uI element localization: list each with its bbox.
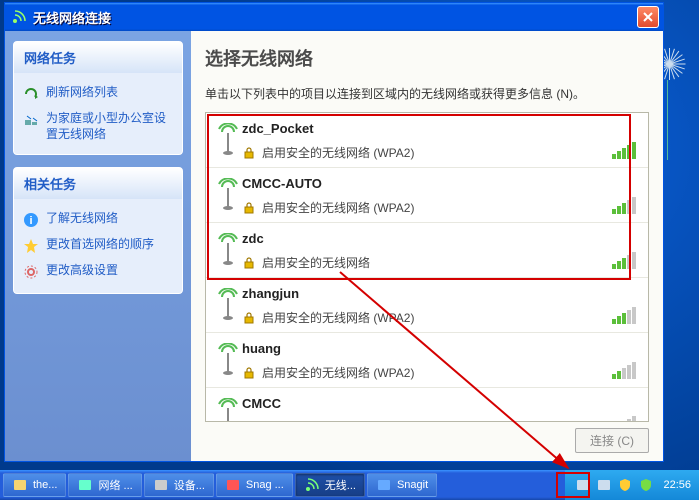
page-subtitle: 单击以下列表中的项目以连接到区域内的无线网络或获得更多信息 (N)。 (205, 85, 649, 102)
taskbar-button[interactable]: 网络 ... (68, 473, 141, 497)
taskbar-button[interactable]: Snag ... (216, 473, 293, 497)
sidebar-link-label: 更改首选网络的顺序 (46, 237, 154, 253)
network-item[interactable]: zdc_Pocket 启用安全的无线网络 (WPA2) (206, 113, 648, 168)
signal-strength-icon (612, 416, 636, 422)
titlebar[interactable]: 无线网络连接 (5, 3, 663, 31)
network-security-row: 启用安全的无线网络 (WPA2) (242, 364, 638, 381)
network-item[interactable]: huang 启用安全的无线网络 (WPA2) (206, 333, 648, 388)
lock-icon (242, 311, 256, 325)
network-item[interactable]: zdc 启用安全的无线网络 (206, 223, 648, 278)
sidebar-group-tasks: 网络任务 刷新网络列表 为家庭或小型办公室设置无线网络 (13, 41, 183, 155)
network-ssid: zdc (242, 231, 638, 246)
system-tray: 22:56 (565, 470, 699, 500)
antenna-icon (214, 343, 242, 377)
lock-icon (242, 366, 256, 380)
shield-green-icon[interactable] (638, 477, 654, 493)
window-title: 无线网络连接 (33, 8, 637, 27)
network-security-row: 启用安全的无线网络 (WPA2) (242, 144, 638, 161)
sidebar-link-label: 刷新网络列表 (46, 85, 118, 101)
antenna-icon (214, 178, 242, 212)
taskbar-button[interactable]: 设备... (144, 473, 214, 497)
lock-icon (242, 201, 256, 215)
security-label: 启用安全的无线网络 (WPA2) (262, 309, 414, 326)
refresh-icon (22, 85, 40, 103)
taskbar-button-label: Snag ... (246, 479, 284, 491)
snagit-icon (376, 477, 392, 493)
antenna-icon (214, 123, 242, 157)
network-ssid: zhangjun (242, 286, 638, 301)
net-icon[interactable] (596, 477, 612, 493)
security-label: 启用安全的无线网络 (WPA2) (262, 364, 414, 381)
sidebar: 网络任务 刷新网络列表 为家庭或小型办公室设置无线网络 (5, 31, 191, 461)
wireless-icon (304, 477, 320, 493)
device-icon (153, 477, 169, 493)
gear-icon (22, 263, 40, 281)
sidebar-group-header: 相关任务 (14, 168, 182, 199)
network-security-row: 启用安全的无线网络 (WPA2) (242, 199, 638, 216)
network-item[interactable]: zhangjun 启用安全的无线网络 (WPA2) (206, 278, 648, 333)
taskbar-button-label: the... (33, 479, 57, 491)
signal-strength-icon (612, 307, 636, 324)
wireless-icon (11, 9, 27, 25)
sidebar-group-header: 网络任务 (14, 42, 182, 73)
security-label: 启用安全的无线网络 (262, 254, 370, 271)
taskbar-button-label: 设备... (174, 477, 205, 493)
star-icon (22, 237, 40, 255)
close-button[interactable] (637, 6, 659, 28)
sidebar-link-preferred-order[interactable]: 更改首选网络的顺序 (20, 233, 176, 259)
network-item[interactable]: CMCC-AUTO 启用安全的无线网络 (WPA2) (206, 168, 648, 223)
antenna-icon (214, 398, 242, 422)
taskbar-button-label: 网络 ... (98, 477, 132, 493)
sidebar-group-related: 相关任务 i 了解无线网络 更改首选网络的顺序 (13, 167, 183, 294)
network-ssid: CMCC (242, 396, 638, 411)
sidebar-link-setup-home[interactable]: 为家庭或小型办公室设置无线网络 (20, 107, 176, 146)
connect-button[interactable]: 连接 (C) (575, 428, 649, 453)
sidebar-link-label: 为家庭或小型办公室设置无线网络 (46, 111, 174, 142)
clock: 22:56 (663, 479, 691, 491)
signal-strength-icon (612, 142, 636, 159)
lock-icon (242, 146, 256, 160)
antenna-icon (214, 288, 242, 322)
monitor-icon[interactable] (575, 477, 591, 493)
netplaces-icon (77, 477, 93, 493)
antenna-icon (214, 233, 242, 267)
folder-icon (12, 477, 28, 493)
sidebar-link-label: 更改高级设置 (46, 263, 118, 279)
lock-icon (242, 256, 256, 270)
shield-yellow-icon[interactable] (617, 477, 633, 493)
sidebar-link-refresh[interactable]: 刷新网络列表 (20, 81, 176, 107)
network-ssid: huang (242, 341, 638, 356)
signal-strength-icon (612, 362, 636, 379)
sidebar-link-label: 了解无线网络 (46, 211, 118, 227)
info-icon: i (22, 211, 40, 229)
home-net-icon (22, 111, 40, 129)
network-security-row: 启用安全的无线网络 (242, 254, 638, 271)
network-ssid: zdc_Pocket (242, 121, 638, 136)
security-label: 启用安全的无线网络 (WPA2) (262, 144, 414, 161)
network-ssid: CMCC-AUTO (242, 176, 638, 191)
signal-strength-icon (612, 197, 636, 214)
main-panel: 选择无线网络 单击以下列表中的项目以连接到区域内的无线网络或获得更多信息 (N)… (191, 31, 663, 461)
svg-text:i: i (29, 215, 32, 227)
snagit-rec-icon (225, 477, 241, 493)
network-list[interactable]: zdc_Pocket 启用安全的无线网络 (WPA2) CMCC-AUTO 启用安全的… (205, 112, 649, 422)
signal-strength-icon (612, 252, 636, 269)
sidebar-link-learn[interactable]: i 了解无线网络 (20, 207, 176, 233)
taskbar-button-label: 无线... (325, 477, 356, 493)
taskbar-button-label: Snagit (397, 479, 428, 491)
network-security-row: 启用安全的无线网络 (WPA2) (242, 309, 638, 326)
taskbar-button[interactable]: 无线... (295, 473, 365, 497)
security-label: 启用安全的无线网络 (WPA2) (262, 199, 414, 216)
page-title: 选择无线网络 (205, 45, 649, 71)
taskbar-button[interactable]: Snagit (367, 473, 437, 497)
sidebar-link-advanced[interactable]: 更改高级设置 (20, 259, 176, 285)
taskbar: the... 网络 ... 设备... Snag ... 无线... Snagit 22:… (0, 470, 699, 500)
network-item[interactable]: CMCC (206, 388, 648, 422)
wireless-window: 无线网络连接 网络任务 刷新网络列表 (4, 2, 664, 462)
taskbar-button[interactable]: the... (3, 473, 66, 497)
